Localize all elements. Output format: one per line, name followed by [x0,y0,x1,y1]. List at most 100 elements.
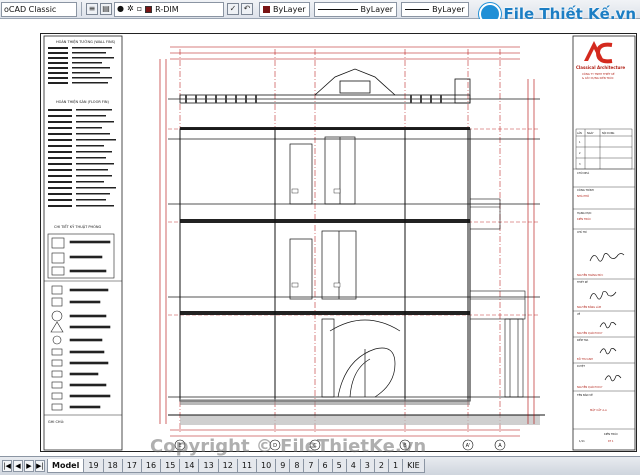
layer-properties-icon[interactable]: ≡ [86,3,98,15]
grid-label-A-prime: A' [466,443,471,449]
title-block: Classical Architecture CÔNG TY TNHH THIẾ… [572,35,636,451]
layout-tab[interactable]: 6 [317,459,333,473]
side-dimension-lines [159,59,535,424]
lineweight-dropdown[interactable]: ByLayer [401,1,469,17]
field-project-label: CÔNG TRÌNH [577,187,594,192]
signer-4-label: KIỂM TRA [577,339,589,342]
linetype-preview [317,8,358,10]
layout-tab[interactable]: 10 [256,459,277,473]
layout-tab[interactable]: 1 [387,459,404,473]
field-category-label: HẠNG MỤC [577,211,592,215]
prev-tab-icon[interactable]: ◀ [13,460,23,472]
lineweight-label: ByLayer [432,4,465,14]
linetype-dropdown[interactable]: ByLayer [313,1,398,17]
rev-header-2: NGÀY [587,132,594,135]
signatures [589,253,625,382]
rev-row-1: 1 [579,141,581,144]
legend-symbols [44,233,122,416]
layout-tab[interactable]: 19 [83,459,104,473]
layout-tab[interactable]: 14 [179,459,200,473]
layout-tab[interactable]: 15 [160,459,181,473]
next-tab-icon[interactable]: ▶ [24,460,34,472]
layer-color-swatch [145,5,153,13]
layout-tab[interactable]: 18 [102,459,123,473]
lineweight-preview [405,8,430,10]
linetype-label: ByLayer [360,4,394,14]
company-name: Classical Architecture [576,65,625,70]
top-dimension-lines [170,46,520,60]
color-label: ByLayer [273,4,306,14]
layout-tab[interactable]: 5 [331,459,347,473]
ground-line [168,399,545,425]
sun-icon: ✲ [126,4,134,13]
layer-dropdown[interactable]: ● ✲ ▫ R-DIM [114,1,224,17]
legend-note-label: GHI CHÚ: [48,419,64,424]
color-dropdown[interactable]: ByLayer [259,1,310,17]
layout-tab[interactable]: 3 [359,459,375,473]
layout-tab-bar: |◀ ◀ ▶ ▶| Model 19 18 17 16 15 14 13 12 11 10 9 8 7 6 5… [0,456,640,475]
signer-2-label: THIẾT KẾ [577,281,588,284]
legend-rows-2 [48,109,116,207]
current-layer-name: R-DIM [155,4,179,14]
workspace-dropdown[interactable]: oCAD Classic [1,1,77,17]
signer-1-label: CHỦ TRÌ [577,231,587,234]
color-swatch [263,5,270,13]
signer-5-label: DUYỆT [577,365,586,368]
layout-tab[interactable]: 11 [236,459,258,473]
field-owner-label: CHỦ NHÀ [577,170,589,175]
floor-level-lines [168,98,540,398]
layout-tab[interactable]: 2 [373,459,389,473]
field-project-value: NHÀ PHỐ [577,193,589,198]
rev-header-1: LẦN [577,132,582,135]
company-line-1: CÔNG TY TNHH THIẾT KẾ [582,70,615,76]
sheet-total: 1/11 [579,439,585,443]
drawing-title: MẶT CẮT A-A [590,407,607,412]
layout-tab[interactable]: 8 [289,459,305,473]
legend-section-2: HOÀN THIỆN SÀN (FLOOR FIN) [56,99,110,104]
rev-row-2: 2 [579,152,581,155]
signer-3-label: VẼ [577,313,581,316]
balcony-right [469,198,526,398]
last-tab-icon[interactable]: ▶| [35,460,45,472]
layer-state-icon[interactable]: ▤ [100,3,112,15]
rev-row-3: 3 [579,163,581,166]
drawing-title-label: TÊN BẢN VẼ [577,392,593,397]
lightbulb-icon: ● [117,4,124,13]
layout-tab[interactable]: 17 [121,459,142,473]
layout-tab[interactable]: KIE [402,459,425,473]
layout-tab[interactable]: Model [47,459,85,473]
building-section: E D C B A' A [159,46,545,451]
rev-header-3: NỘI DUNG [602,132,615,135]
title-block-dividers [573,168,635,430]
legend-section-3: CHI TIẾT KỸ THUẬT PHÒNG [54,223,101,229]
watermark-copyright: Copyright © FileThietKe.vn [150,436,427,457]
signer-4-name: ĐỖ THU LINH [577,358,593,361]
layout-tabs: Model 19 18 17 16 15 14 13 12 11 10 9 8 7 6 5 4 3 2 1 KIE [47,459,425,473]
make-current-layer-icon[interactable]: ✓ [227,3,239,15]
layout-tab[interactable]: 12 [217,459,238,473]
layer-previous-icon[interactable]: ↶ [241,3,253,15]
legend-rows-1 [48,47,114,84]
toolbar-separator [81,2,82,16]
spiral-staircase [329,319,401,398]
section-drawing: HOÀN THIỆN TƯỜNG (WALL FINS) HOÀN THIỆN … [43,35,636,451]
layout-tab[interactable]: 9 [275,459,291,473]
layout-tab[interactable]: 13 [198,459,219,473]
roof-parapet [179,68,471,104]
sheet-number: KT 1 [608,439,614,443]
grid-axes [179,49,501,434]
grid-label-A: A [498,443,502,449]
legend-panel: HOÀN THIỆN TƯỜNG (WALL FINS) HOÀN THIỆN … [43,35,123,451]
lock-icon: ▫ [136,4,143,13]
field-category-value: KIẾN TRÚC [577,215,591,221]
company-logo-icon [584,41,613,64]
layout-tab[interactable]: 7 [303,459,319,473]
door-openings [289,136,357,398]
first-tab-icon[interactable]: |◀ [2,460,12,472]
legend-section-1: HOÀN THIỆN TƯỜNG (WALL FINS) [56,39,116,44]
layout-tab[interactable]: 16 [140,459,162,473]
drawing-canvas[interactable]: HOÀN THIỆN TƯỜNG (WALL FINS) HOÀN THIỆN … [0,19,640,457]
layout-tab[interactable]: 4 [345,459,361,473]
tab-nav-buttons: |◀ ◀ ▶ ▶| [2,460,45,472]
signer-3-name: NGUYỄN QUÁCH DUY [577,332,603,335]
